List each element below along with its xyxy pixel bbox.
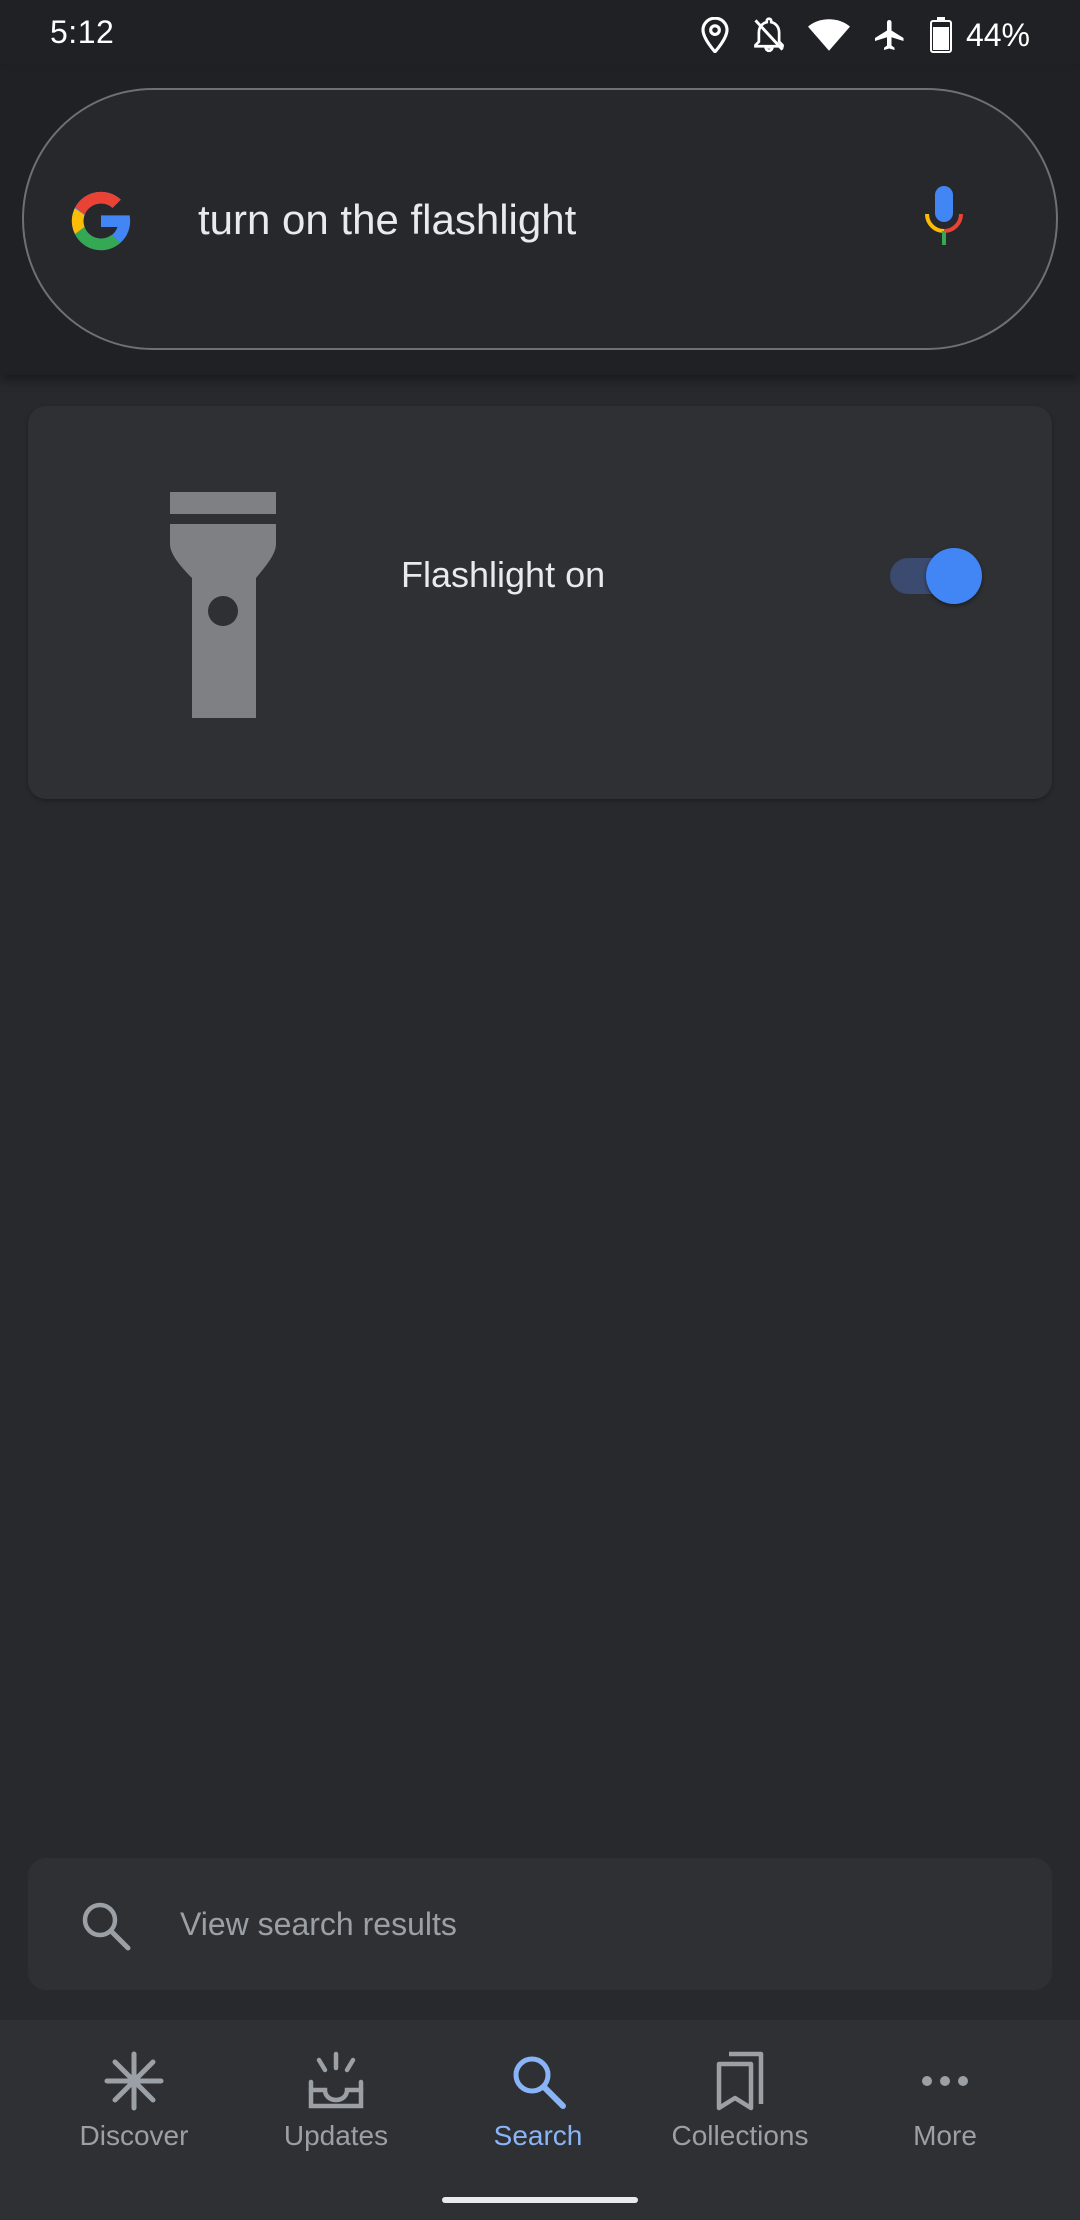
- updates-icon: [308, 2051, 364, 2109]
- toggle-thumb: [926, 548, 982, 604]
- search-query[interactable]: turn on the flashlight: [198, 196, 576, 244]
- nav-item-more[interactable]: More: [845, 2050, 1045, 2190]
- flashlight-label: Flashlight on: [401, 554, 606, 595]
- more-icon: [922, 2076, 968, 2086]
- view-search-results-button[interactable]: View search results: [28, 1858, 1052, 1990]
- bottom-nav: Discover Updates Search Collections More: [0, 2020, 1080, 2220]
- search-box[interactable]: turn on the flashlight: [22, 88, 1058, 350]
- flashlight-toggle[interactable]: [888, 546, 982, 606]
- status-bar: 5:12 44%: [0, 0, 1080, 70]
- screen: 5:12 44% turn on the flashlight Flashlig…: [0, 0, 1080, 2220]
- nav-label-search: Search: [493, 2120, 583, 2151]
- nav-label-discover: Discover: [79, 2120, 189, 2151]
- gesture-bar[interactable]: [442, 2197, 638, 2203]
- flashlight-card: Flashlight on: [28, 406, 1052, 799]
- notifications-off-icon: [752, 17, 786, 53]
- airplane-icon: [872, 17, 908, 53]
- search-icon: [513, 2056, 566, 2109]
- battery-percent: 44%: [965, 16, 1030, 53]
- header: turn on the flashlight: [0, 70, 1080, 375]
- nav-item-updates[interactable]: Updates: [236, 2050, 436, 2190]
- nav-item-discover[interactable]: Discover: [34, 2050, 234, 2190]
- nav-label-more: More: [913, 2120, 977, 2151]
- status-time: 5:12: [50, 14, 115, 50]
- google-g-logo: [71, 191, 131, 251]
- view-search-results-label: View search results: [180, 1906, 457, 1942]
- search-icon: [82, 1902, 131, 1951]
- mic-icon[interactable]: [922, 186, 966, 250]
- nav-label-updates: Updates: [283, 2120, 389, 2151]
- status-icons: 44%: [700, 10, 1030, 60]
- wifi-icon: [807, 18, 850, 52]
- location-icon: [700, 17, 730, 53]
- nav-item-search[interactable]: Search: [438, 2050, 638, 2190]
- battery-icon: [929, 17, 952, 53]
- flashlight-icon: [170, 492, 276, 718]
- collections-icon: [716, 2051, 764, 2111]
- nav-item-collections[interactable]: Collections: [640, 2050, 840, 2190]
- discover-icon: [104, 2051, 164, 2111]
- nav-label-collections: Collections: [671, 2120, 809, 2151]
